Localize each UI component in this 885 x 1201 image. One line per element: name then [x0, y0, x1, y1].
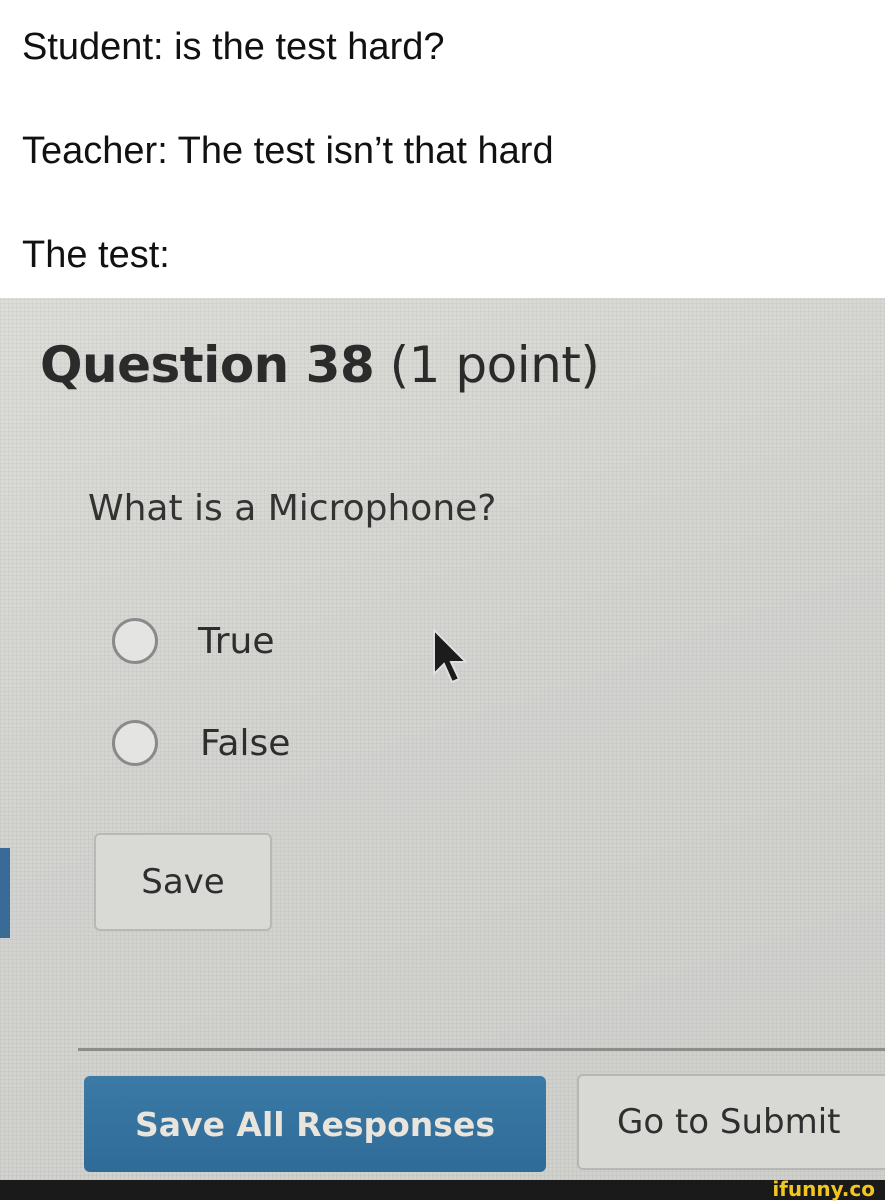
option-false[interactable]: False — [112, 716, 290, 770]
ifunny-logo: ifunny.co — [772, 1177, 875, 1201]
radio-button-false[interactable] — [112, 720, 158, 766]
save-button[interactable]: Save — [94, 833, 272, 931]
save-all-responses-button[interactable]: Save All Responses — [84, 1076, 546, 1172]
question-text: What is a Microphone? — [88, 488, 497, 529]
watermark-bar: ifunny.co — [0, 1177, 885, 1201]
option-true[interactable]: True — [112, 614, 274, 668]
radio-button-true[interactable] — [112, 618, 158, 664]
caption-line-teacher: Teacher: The test isn’t that hard — [22, 130, 554, 172]
quiz-screen-photo: Question 38 (1 point) What is a Micropho… — [0, 298, 885, 1180]
question-number: Question 38 — [40, 336, 375, 394]
question-points: (1 point) — [389, 336, 600, 394]
left-edge-tab — [0, 848, 10, 938]
mouse-pointer-icon — [433, 628, 469, 684]
question-title: Question 38 (1 point) — [40, 336, 600, 394]
option-label-false: False — [200, 722, 291, 764]
meme-caption: Student: is the test hard? Teacher: The … — [0, 0, 885, 298]
caption-line-test: The test: — [22, 234, 170, 276]
caption-line-student: Student: is the test hard? — [22, 26, 445, 68]
option-label-true: True — [198, 620, 275, 662]
divider-line — [78, 1048, 885, 1051]
go-to-submit-button[interactable]: Go to Submit — [577, 1074, 885, 1170]
